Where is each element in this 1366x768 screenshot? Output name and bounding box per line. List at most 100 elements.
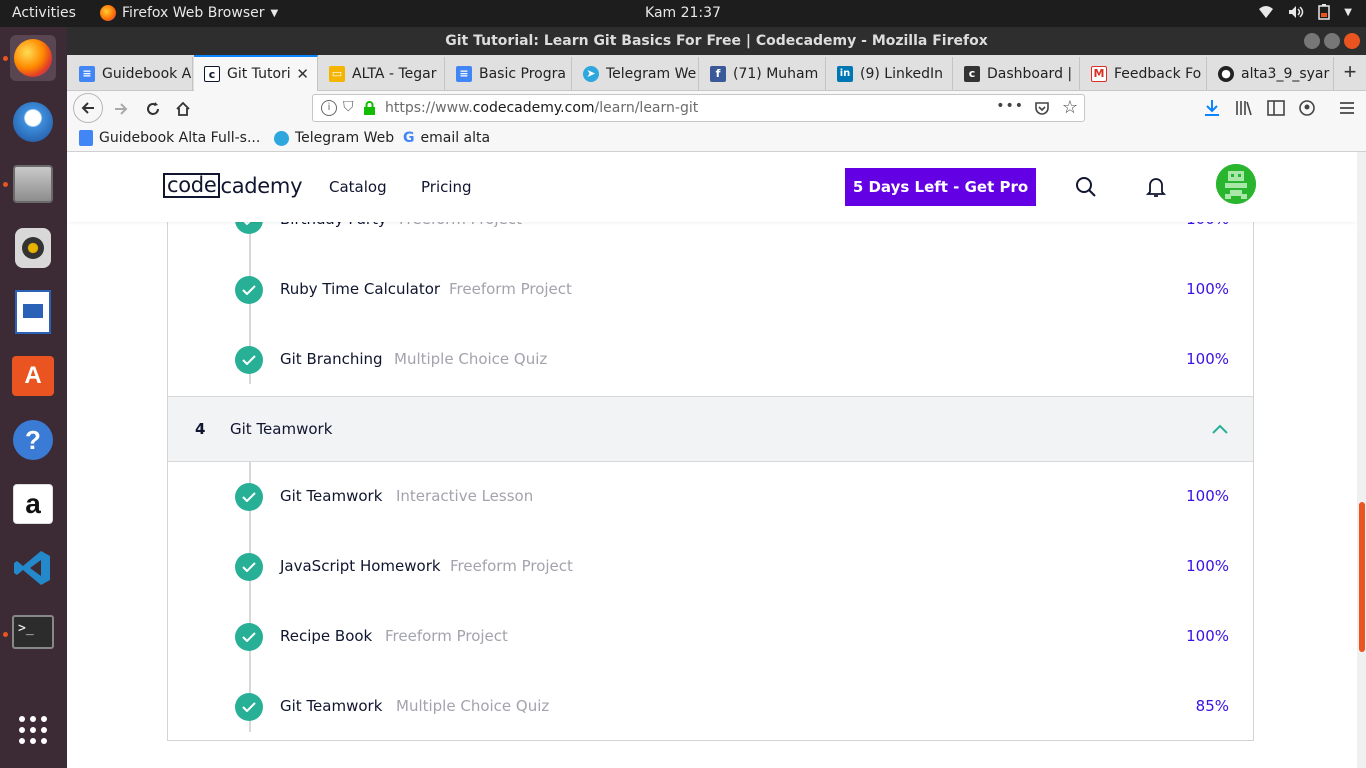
tab-label: Basic Progra (479, 65, 566, 82)
bookmark-guidebook[interactable]: Guidebook Alta Full-s... (79, 130, 260, 146)
reload-icon (147, 102, 159, 115)
nav-pricing[interactable]: Pricing (421, 178, 472, 196)
bell-icon[interactable] (1144, 175, 1168, 199)
forward-button[interactable] (107, 95, 135, 123)
completed-check-icon (235, 276, 263, 304)
back-button[interactable] (73, 93, 103, 123)
docs-icon: ≡ (456, 65, 472, 82)
system-tray[interactable]: ▼ (1258, 4, 1352, 20)
get-pro-button[interactable]: 5 Days Left - Get Pro (845, 168, 1036, 206)
item-type: Interactive Lesson (396, 487, 534, 505)
module-header[interactable]: 4 Git Teamwork (168, 396, 1253, 462)
maximize-button[interactable] (1324, 33, 1340, 49)
navigation-bar: i ⛉ https://www.codecademy.com/learn/lea… (67, 91, 1366, 126)
tab-telegram[interactable]: ➤ Telegram We (573, 57, 699, 90)
software-center-icon[interactable]: A (10, 353, 56, 399)
item-title[interactable]: JavaScript Homework (280, 557, 441, 575)
search-icon[interactable] (1074, 175, 1098, 199)
help-icon[interactable]: ? (10, 417, 56, 463)
list-item[interactable]: Git Branching Multiple Choice Quiz 100% (168, 325, 1253, 395)
tab-dashboard[interactable]: c Dashboard | (954, 57, 1080, 90)
tab-feedback[interactable]: M Feedback Fo (1081, 57, 1207, 90)
new-tab-button[interactable]: + (1337, 59, 1363, 85)
item-title[interactable]: Git Teamwork (280, 697, 382, 715)
list-item[interactable]: Git Teamwork Multiple Choice Quiz 85% (168, 672, 1253, 742)
item-percent: 100% (1186, 487, 1229, 505)
tab-label: Telegram We (606, 65, 697, 82)
codecademy-icon: c (204, 66, 220, 82)
linkedin-icon: in (837, 65, 853, 82)
tab-github[interactable]: ● alta3_9_syar (1208, 57, 1334, 90)
tab-strip: ≡ Guidebook A c Git Tutori ✕ ▭ ALTA - Te… (67, 55, 1366, 91)
downloads-icon[interactable] (1204, 99, 1220, 117)
item-title[interactable]: Git Teamwork (280, 487, 382, 505)
page-scrollbar[interactable] (1357, 152, 1366, 768)
tab-basic-programming[interactable]: ≡ Basic Progra (446, 57, 572, 90)
tab-git-tutorial[interactable]: c Git Tutori ✕ (194, 55, 318, 91)
list-item[interactable]: Git Teamwork Interactive Lesson 100% (168, 462, 1253, 532)
pocket-icon[interactable] (1034, 100, 1050, 116)
home-button[interactable] (169, 95, 197, 123)
bookmark-telegram[interactable]: Telegram Web (274, 130, 394, 146)
item-type: Multiple Choice Quiz (396, 697, 550, 715)
tracking-shield-icon[interactable]: ⛉ (343, 99, 354, 115)
page-actions-icon[interactable]: ••• (996, 98, 1024, 114)
terminal-icon[interactable]: >_ (10, 609, 56, 655)
completed-check-icon (235, 553, 263, 581)
files-running-dot (3, 182, 8, 187)
chevron-up-icon[interactable] (1209, 419, 1231, 441)
battery-icon (1318, 4, 1331, 20)
home-icon (176, 101, 190, 116)
list-item[interactable]: JavaScript Homework Freeform Project 100… (168, 532, 1253, 602)
minimize-button[interactable] (1304, 33, 1320, 49)
tab-linkedin[interactable]: in (9) LinkedIn (827, 57, 953, 90)
account-icon[interactable] (1299, 100, 1315, 116)
url-text: https://www.codecademy.com/learn/learn-g… (385, 100, 699, 116)
nav-catalog[interactable]: Catalog (329, 178, 387, 196)
thunderbird-icon[interactable] (10, 99, 56, 145)
item-title[interactable]: Recipe Book (280, 627, 372, 645)
info-icon[interactable]: i (321, 100, 337, 116)
reload-button[interactable] (139, 95, 167, 123)
telegram-icon: ➤ (583, 65, 599, 82)
library-icon[interactable] (1235, 100, 1253, 116)
logo-rest-text: cademy (220, 173, 303, 198)
power-menu-icon: ▼ (1344, 6, 1352, 18)
scrollbar-thumb[interactable] (1359, 502, 1365, 652)
avatar[interactable] (1216, 164, 1256, 204)
item-title[interactable]: Git Branching (280, 350, 383, 368)
show-apps-icon[interactable] (10, 707, 56, 753)
tab-label: Feedback Fo (1114, 65, 1202, 82)
url-bar[interactable]: i ⛉ https://www.codecademy.com/learn/lea… (312, 94, 1085, 122)
list-item[interactable]: Ruby Time Calculator Freeform Project 10… (168, 255, 1253, 325)
list-item[interactable]: Recipe Book Freeform Project 100% (168, 602, 1253, 672)
system-top-bar: Activities Firefox Web Browser ▼ Kam 21:… (0, 0, 1366, 27)
telegram-icon (274, 130, 289, 146)
libreoffice-writer-icon[interactable] (10, 289, 56, 335)
bookmark-label: Guidebook Alta Full-s... (99, 130, 261, 146)
close-tab-icon[interactable]: ✕ (296, 65, 309, 83)
tab-facebook[interactable]: f (71) Muham (700, 57, 826, 90)
item-percent: 100% (1186, 280, 1229, 298)
rhythmbox-icon[interactable] (10, 225, 56, 271)
bookmark-star-icon[interactable]: ☆ (1062, 97, 1078, 118)
tab-label: Guidebook A (102, 65, 192, 82)
hamburger-menu-icon[interactable] (1339, 101, 1355, 115)
item-title[interactable]: Ruby Time Calculator (280, 280, 440, 298)
codecademy-logo[interactable]: code cademy (163, 172, 303, 199)
item-type: Freeform Project (450, 557, 573, 575)
close-window-button[interactable] (1344, 33, 1360, 49)
firefox-icon[interactable] (10, 35, 56, 81)
tab-guidebook[interactable]: ≡ Guidebook A (69, 57, 193, 90)
clock[interactable]: Kam 21:37 (0, 5, 1366, 21)
module-number: 4 (195, 420, 206, 438)
sidebar-icon[interactable] (1267, 100, 1285, 116)
amazon-icon[interactable]: a (10, 481, 56, 527)
files-icon[interactable] (10, 161, 56, 207)
ubuntu-dock: A ? a >_ (0, 27, 67, 768)
vscode-icon[interactable] (10, 545, 56, 591)
bookmark-email-alta[interactable]: G email alta (403, 130, 490, 146)
bookmark-label: Telegram Web (295, 130, 395, 146)
item-percent: 85% (1195, 697, 1229, 715)
tab-alta-tegar[interactable]: ▭ ALTA - Tegar (319, 57, 445, 90)
